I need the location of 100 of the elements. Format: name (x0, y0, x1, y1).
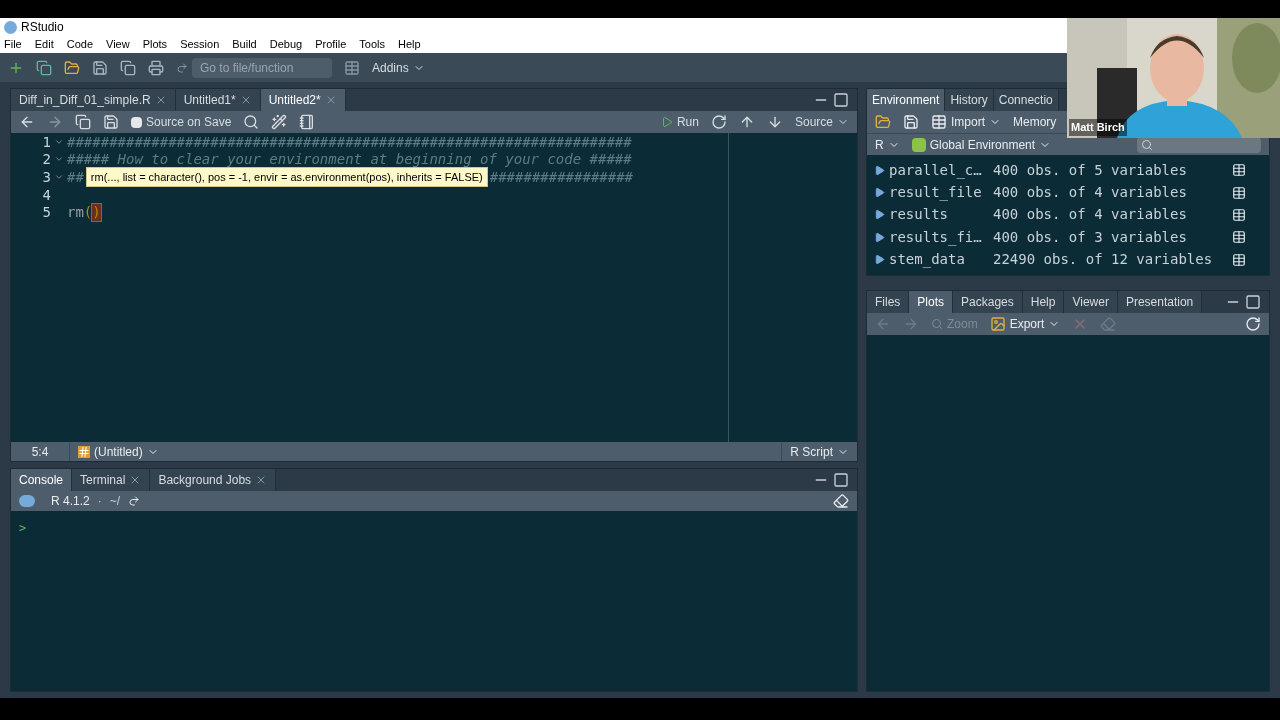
variable-value: 400 obs. of 5 variables (993, 160, 1187, 180)
tab[interactable]: Connectio (993, 89, 1059, 111)
menu-item[interactable]: Tools (359, 36, 386, 53)
variable-value: 400 obs. of 4 variables (993, 205, 1187, 225)
variable-value: 400 obs. of 4 variables (993, 183, 1187, 203)
variable-name: result_file (889, 183, 983, 203)
variable-name: results_fi… (889, 227, 983, 248)
run-button[interactable]: Run (660, 113, 699, 131)
expand-icon[interactable] (874, 254, 885, 266)
variable-name: parallel_c… (889, 160, 983, 181)
tab[interactable]: Diff_in_Diff_01_simple.R (11, 89, 176, 111)
expand-icon[interactable] (874, 231, 885, 243)
participant-name: Matt Birch (1069, 119, 1127, 136)
signature-tooltip: rm(..., list = character(), pos = -1, envir = as.environment(pos), inherits = FALSE) (85, 167, 488, 188)
code-text: rm (67, 204, 84, 221)
tab[interactable]: Files (867, 291, 910, 313)
line-number: 2 (41, 150, 51, 168)
expand-icon[interactable] (874, 187, 885, 199)
hash-icon (78, 445, 90, 458)
view-data-icon[interactable] (1232, 207, 1246, 222)
code-comment: ##### How to clear your environment at beginning of your code ##### (67, 150, 632, 168)
print-icon[interactable] (148, 59, 164, 76)
show-in-window-icon[interactable] (75, 114, 91, 130)
menu-item[interactable]: Plots (142, 36, 168, 53)
view-data-icon[interactable] (1232, 252, 1246, 267)
table-icon (931, 114, 947, 130)
tab[interactable]: Environment (867, 89, 946, 111)
environment-icon (911, 137, 926, 152)
source-on-save-checkbox[interactable]: Source on Save (131, 113, 232, 131)
matched-paren: ) (92, 204, 101, 221)
menu-item[interactable]: Edit (34, 36, 54, 53)
go-arrow-icon (176, 61, 188, 74)
r-logo-icon (19, 495, 35, 507)
open-folder-icon[interactable] (875, 114, 891, 130)
cursor-position: 5:4 (30, 443, 50, 461)
menu-item[interactable]: Help (398, 36, 421, 53)
import-button[interactable]: Import (931, 113, 1001, 131)
save-icon[interactable] (92, 59, 108, 76)
code-comment: ################# (489, 169, 634, 186)
menu-item[interactable]: Session (180, 36, 220, 53)
refresh-icon[interactable] (1245, 316, 1261, 332)
maximize-icon[interactable] (833, 92, 849, 108)
menu-item[interactable]: Debug (269, 36, 303, 53)
image-icon (989, 316, 1006, 332)
export-button[interactable]: Export (989, 315, 1061, 333)
view-data-icon[interactable] (1232, 230, 1246, 245)
new-project-icon[interactable] (36, 59, 52, 76)
menu-item[interactable]: File (4, 36, 22, 53)
memory-button[interactable]: Memory (1013, 113, 1057, 131)
variable-name: stem_data (889, 250, 966, 270)
view-data-icon[interactable] (1232, 185, 1246, 200)
tab[interactable]: Console (11, 469, 73, 491)
expand-icon[interactable] (874, 164, 885, 176)
expand-icon[interactable] (874, 209, 885, 221)
back-icon[interactable] (19, 114, 35, 130)
search-icon (1141, 138, 1153, 151)
zoom-icon (931, 318, 943, 330)
maximize-icon[interactable] (833, 472, 849, 488)
console-prompt: > (19, 521, 27, 535)
clear-console-icon[interactable] (833, 493, 849, 509)
menu-item[interactable]: Profile (315, 36, 347, 53)
rerun-icon[interactable] (710, 114, 727, 130)
menu-item[interactable]: Build (232, 36, 257, 53)
source-button[interactable]: Source (794, 113, 849, 131)
code-comment: ################################################################### (67, 134, 632, 151)
tab[interactable]: Untitled1* (175, 89, 261, 111)
code-comment: ## (67, 169, 84, 186)
wand-icon[interactable] (271, 114, 288, 130)
save-all-icon[interactable] (120, 59, 136, 76)
scope-selector[interactable]: (Untitled) (69, 442, 159, 461)
language-selector[interactable]: R (875, 135, 900, 154)
separator-dot: · (97, 493, 102, 510)
notebook-icon[interactable] (299, 114, 316, 130)
go-to-file-field[interactable]: Go to file/function (192, 57, 332, 78)
app-logo-icon (4, 20, 17, 34)
line-number: 4 (41, 187, 51, 205)
tab[interactable]: Help (1022, 291, 1065, 313)
tab[interactable]: History (945, 89, 994, 111)
search-icon[interactable] (243, 114, 260, 130)
r-version: R 4.1.2 (51, 493, 90, 510)
environment-selector[interactable]: Global Environment (911, 135, 1052, 154)
tab[interactable]: Background Jobs (150, 469, 277, 491)
tab[interactable]: Viewer (1064, 291, 1118, 313)
variable-value: 400 obs. of 3 variables (993, 227, 1187, 247)
menu-item[interactable]: View (106, 36, 130, 53)
paren: ( (83, 204, 93, 221)
file-type-selector[interactable]: R Script (781, 442, 857, 461)
maximize-icon[interactable] (1245, 294, 1261, 310)
tab[interactable]: Untitled2* (260, 89, 346, 111)
tab[interactable]: Plots (909, 291, 954, 313)
view-data-icon[interactable] (1232, 163, 1246, 178)
layout-icon[interactable] (344, 59, 360, 76)
save-icon[interactable] (103, 114, 119, 130)
open-folder-icon[interactable] (64, 59, 80, 76)
menu-item[interactable]: Code (66, 36, 93, 53)
tab[interactable]: Packages (953, 291, 1023, 313)
addins-button[interactable]: Addins (372, 58, 425, 77)
tab[interactable]: Presentation (1117, 291, 1203, 313)
tab[interactable]: Terminal (72, 469, 151, 491)
go-to-directory-icon[interactable] (128, 495, 141, 507)
